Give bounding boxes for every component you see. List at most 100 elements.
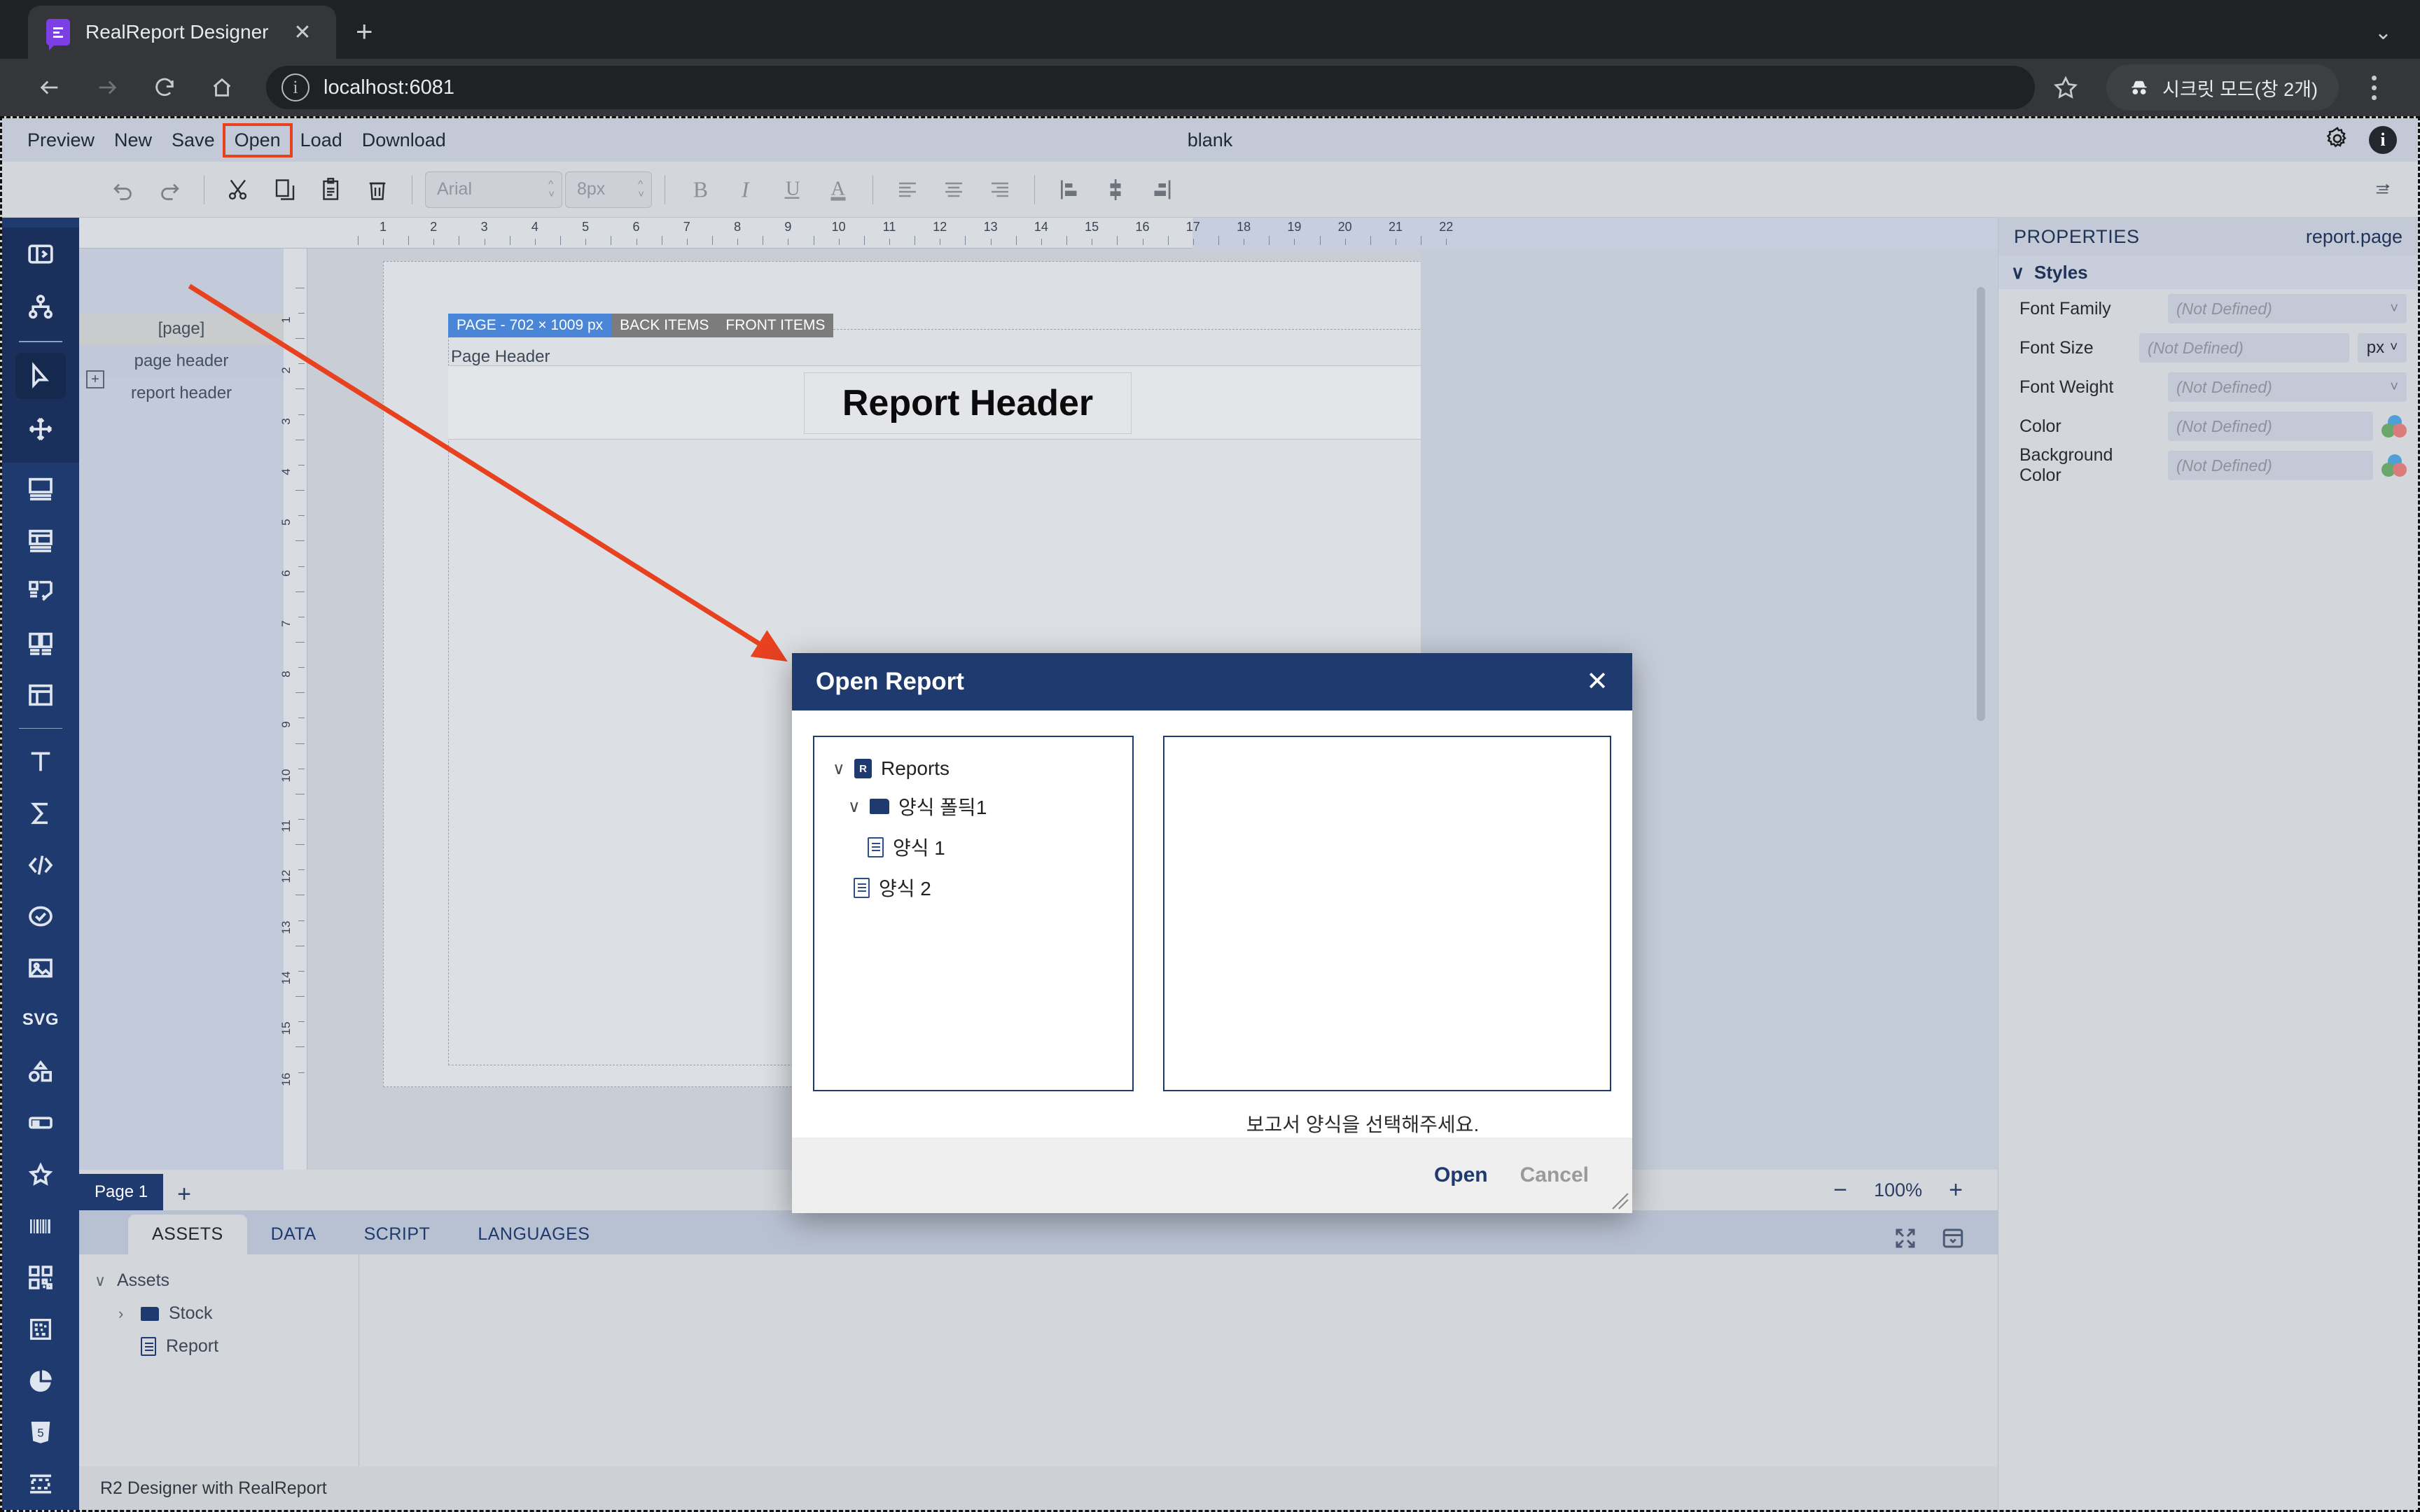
- properties-section-styles[interactable]: ∨ Styles: [1998, 255, 2418, 289]
- chevron-down-icon[interactable]: ∨: [2011, 262, 2024, 284]
- menu-item-open[interactable]: Open: [222, 122, 293, 158]
- columns-icon[interactable]: [15, 621, 66, 666]
- reload-icon[interactable]: [139, 62, 190, 113]
- home-icon[interactable]: [196, 62, 248, 113]
- undo-icon[interactable]: [102, 168, 145, 211]
- text-icon[interactable]: [15, 739, 66, 784]
- piechart-icon[interactable]: [15, 1359, 66, 1404]
- star-icon[interactable]: [15, 1152, 66, 1197]
- menu-item-preview[interactable]: Preview: [18, 125, 104, 155]
- chevron-down-icon[interactable]: ∨: [95, 1272, 107, 1290]
- list-flow-icon[interactable]: [15, 569, 66, 614]
- chevron-down-icon[interactable]: ∨: [833, 759, 845, 779]
- sigma-icon[interactable]: [15, 791, 66, 836]
- back-icon[interactable]: [24, 62, 76, 113]
- delete-icon[interactable]: [356, 168, 399, 211]
- font-size-select[interactable]: 8px ^ ˅: [565, 171, 652, 208]
- html5-icon[interactable]: 5: [15, 1410, 66, 1455]
- align-bottom-icon[interactable]: [1140, 168, 1183, 211]
- back-items-badge[interactable]: BACK ITEMS: [611, 314, 718, 337]
- band-tree-row-page[interactable]: [page]: [79, 313, 284, 345]
- report-header-band[interactable]: Report Header: [448, 365, 1427, 440]
- site-info-icon[interactable]: i: [281, 74, 310, 102]
- forward-icon[interactable]: [81, 62, 133, 113]
- band-tree-row-report-header[interactable]: + report header: [79, 370, 284, 410]
- tab-languages[interactable]: LANGUAGES: [454, 1214, 613, 1254]
- band-tree-row-page-header[interactable]: page header: [79, 345, 284, 377]
- info-icon[interactable]: i: [2369, 126, 2397, 154]
- font-color-icon[interactable]: A: [816, 168, 860, 211]
- barcode-icon[interactable]: [15, 1204, 66, 1249]
- cursor-select-icon[interactable]: [15, 353, 66, 399]
- window-minimize-button[interactable]: ⌄: [2374, 20, 2420, 59]
- assets-tree-row-report[interactable]: Report: [95, 1330, 359, 1363]
- report-tree-node-form-2[interactable]: 양식 2: [814, 867, 1132, 908]
- dialog-open-button[interactable]: Open: [1434, 1163, 1488, 1187]
- collapse-dock-icon[interactable]: [1940, 1226, 1966, 1254]
- assets-tree-row-root[interactable]: ∨ Assets: [95, 1264, 359, 1297]
- expand-plus-icon[interactable]: +: [86, 370, 104, 388]
- bookmark-star-icon[interactable]: [2040, 62, 2091, 113]
- expand-dock-icon[interactable]: [1893, 1226, 1918, 1254]
- open-report-dialog[interactable]: Open Report ✕ ∨ R Reports ∨ 양식 폴듹1 양식 1 …: [792, 653, 1632, 1213]
- front-items-badge[interactable]: FRONT ITEMS: [717, 314, 834, 337]
- font-size-property-input[interactable]: (Not Defined): [2139, 333, 2350, 363]
- table-band-icon[interactable]: [15, 518, 66, 563]
- font-size-unit-select[interactable]: px ˅: [2358, 333, 2407, 363]
- close-icon[interactable]: ✕: [287, 20, 318, 45]
- redo-icon[interactable]: [148, 168, 191, 211]
- zoom-in-button[interactable]: +: [1949, 1178, 1963, 1202]
- new-tab-button[interactable]: +: [356, 17, 373, 59]
- toolbar-overflow-icon[interactable]: [2374, 168, 2418, 211]
- italic-icon[interactable]: I: [724, 168, 767, 211]
- canvas-vertical-scrollbar[interactable]: [1977, 287, 1985, 721]
- align-right-icon[interactable]: [978, 168, 1022, 211]
- svg-icon[interactable]: SVG: [15, 997, 66, 1042]
- url-bar[interactable]: i localhost:6081: [266, 66, 2036, 109]
- page-size-badge[interactable]: PAGE - 702 × 1009 px: [448, 314, 612, 337]
- color-picker-icon[interactable]: [2381, 415, 2407, 438]
- band-icon[interactable]: [15, 466, 66, 511]
- zoom-out-button[interactable]: −: [1833, 1178, 1847, 1202]
- close-icon[interactable]: ✕: [1586, 668, 1608, 695]
- datamatrix-icon[interactable]: [15, 1307, 66, 1352]
- incognito-indicator[interactable]: 시크릿 모드(창 2개): [2106, 64, 2339, 111]
- report-header-textbox[interactable]: Report Header: [804, 372, 1132, 434]
- browser-tab[interactable]: RealReport Designer ✕: [28, 6, 336, 59]
- sitemap-icon[interactable]: [15, 284, 66, 330]
- chevron-right-icon[interactable]: ›: [118, 1305, 131, 1323]
- font-family-select[interactable]: Arial ^ ˅: [425, 171, 562, 208]
- align-center-icon[interactable]: [932, 168, 975, 211]
- align-left-icon[interactable]: [886, 168, 929, 211]
- background-color-property-input[interactable]: (Not Defined): [2168, 451, 2373, 480]
- gear-icon[interactable]: [2324, 125, 2351, 155]
- check-circle-icon[interactable]: [15, 895, 66, 939]
- underline-icon[interactable]: U: [770, 168, 814, 211]
- menu-item-load[interactable]: Load: [291, 125, 352, 155]
- dialog-cancel-button[interactable]: Cancel: [1520, 1163, 1589, 1187]
- dialog-resize-grip[interactable]: [1611, 1192, 1629, 1210]
- subreport-icon[interactable]: [15, 1462, 66, 1506]
- align-middle-icon[interactable]: [1094, 168, 1137, 211]
- tab-assets[interactable]: ASSETS: [128, 1214, 247, 1254]
- chevron-down-icon[interactable]: ∨: [848, 797, 861, 817]
- color-property-input[interactable]: (Not Defined): [2168, 412, 2373, 441]
- menu-item-download[interactable]: Download: [352, 125, 456, 155]
- report-tree[interactable]: ∨ R Reports ∨ 양식 폴듹1 양식 1 양식 2: [813, 736, 1134, 1091]
- report-tree-node-reports[interactable]: ∨ R Reports: [814, 751, 1132, 786]
- font-weight-property-select[interactable]: (Not Defined) ˅: [2168, 372, 2407, 402]
- copy-icon[interactable]: [263, 168, 307, 211]
- grid-icon[interactable]: [15, 673, 66, 718]
- page-tab-1[interactable]: Page 1: [79, 1174, 164, 1210]
- move-icon[interactable]: [15, 406, 66, 452]
- tab-script[interactable]: SCRIPT: [340, 1214, 454, 1254]
- cut-icon[interactable]: [217, 168, 260, 211]
- code-icon[interactable]: [15, 843, 66, 888]
- assets-tree-row-stock[interactable]: › Stock: [95, 1297, 359, 1330]
- add-page-button[interactable]: +: [163, 1178, 205, 1210]
- align-top-icon[interactable]: [1048, 168, 1091, 211]
- qrcode-icon[interactable]: [15, 1255, 66, 1300]
- background-color-picker-icon[interactable]: [2381, 454, 2407, 477]
- menu-item-save[interactable]: Save: [162, 125, 225, 155]
- menu-item-new[interactable]: New: [104, 125, 162, 155]
